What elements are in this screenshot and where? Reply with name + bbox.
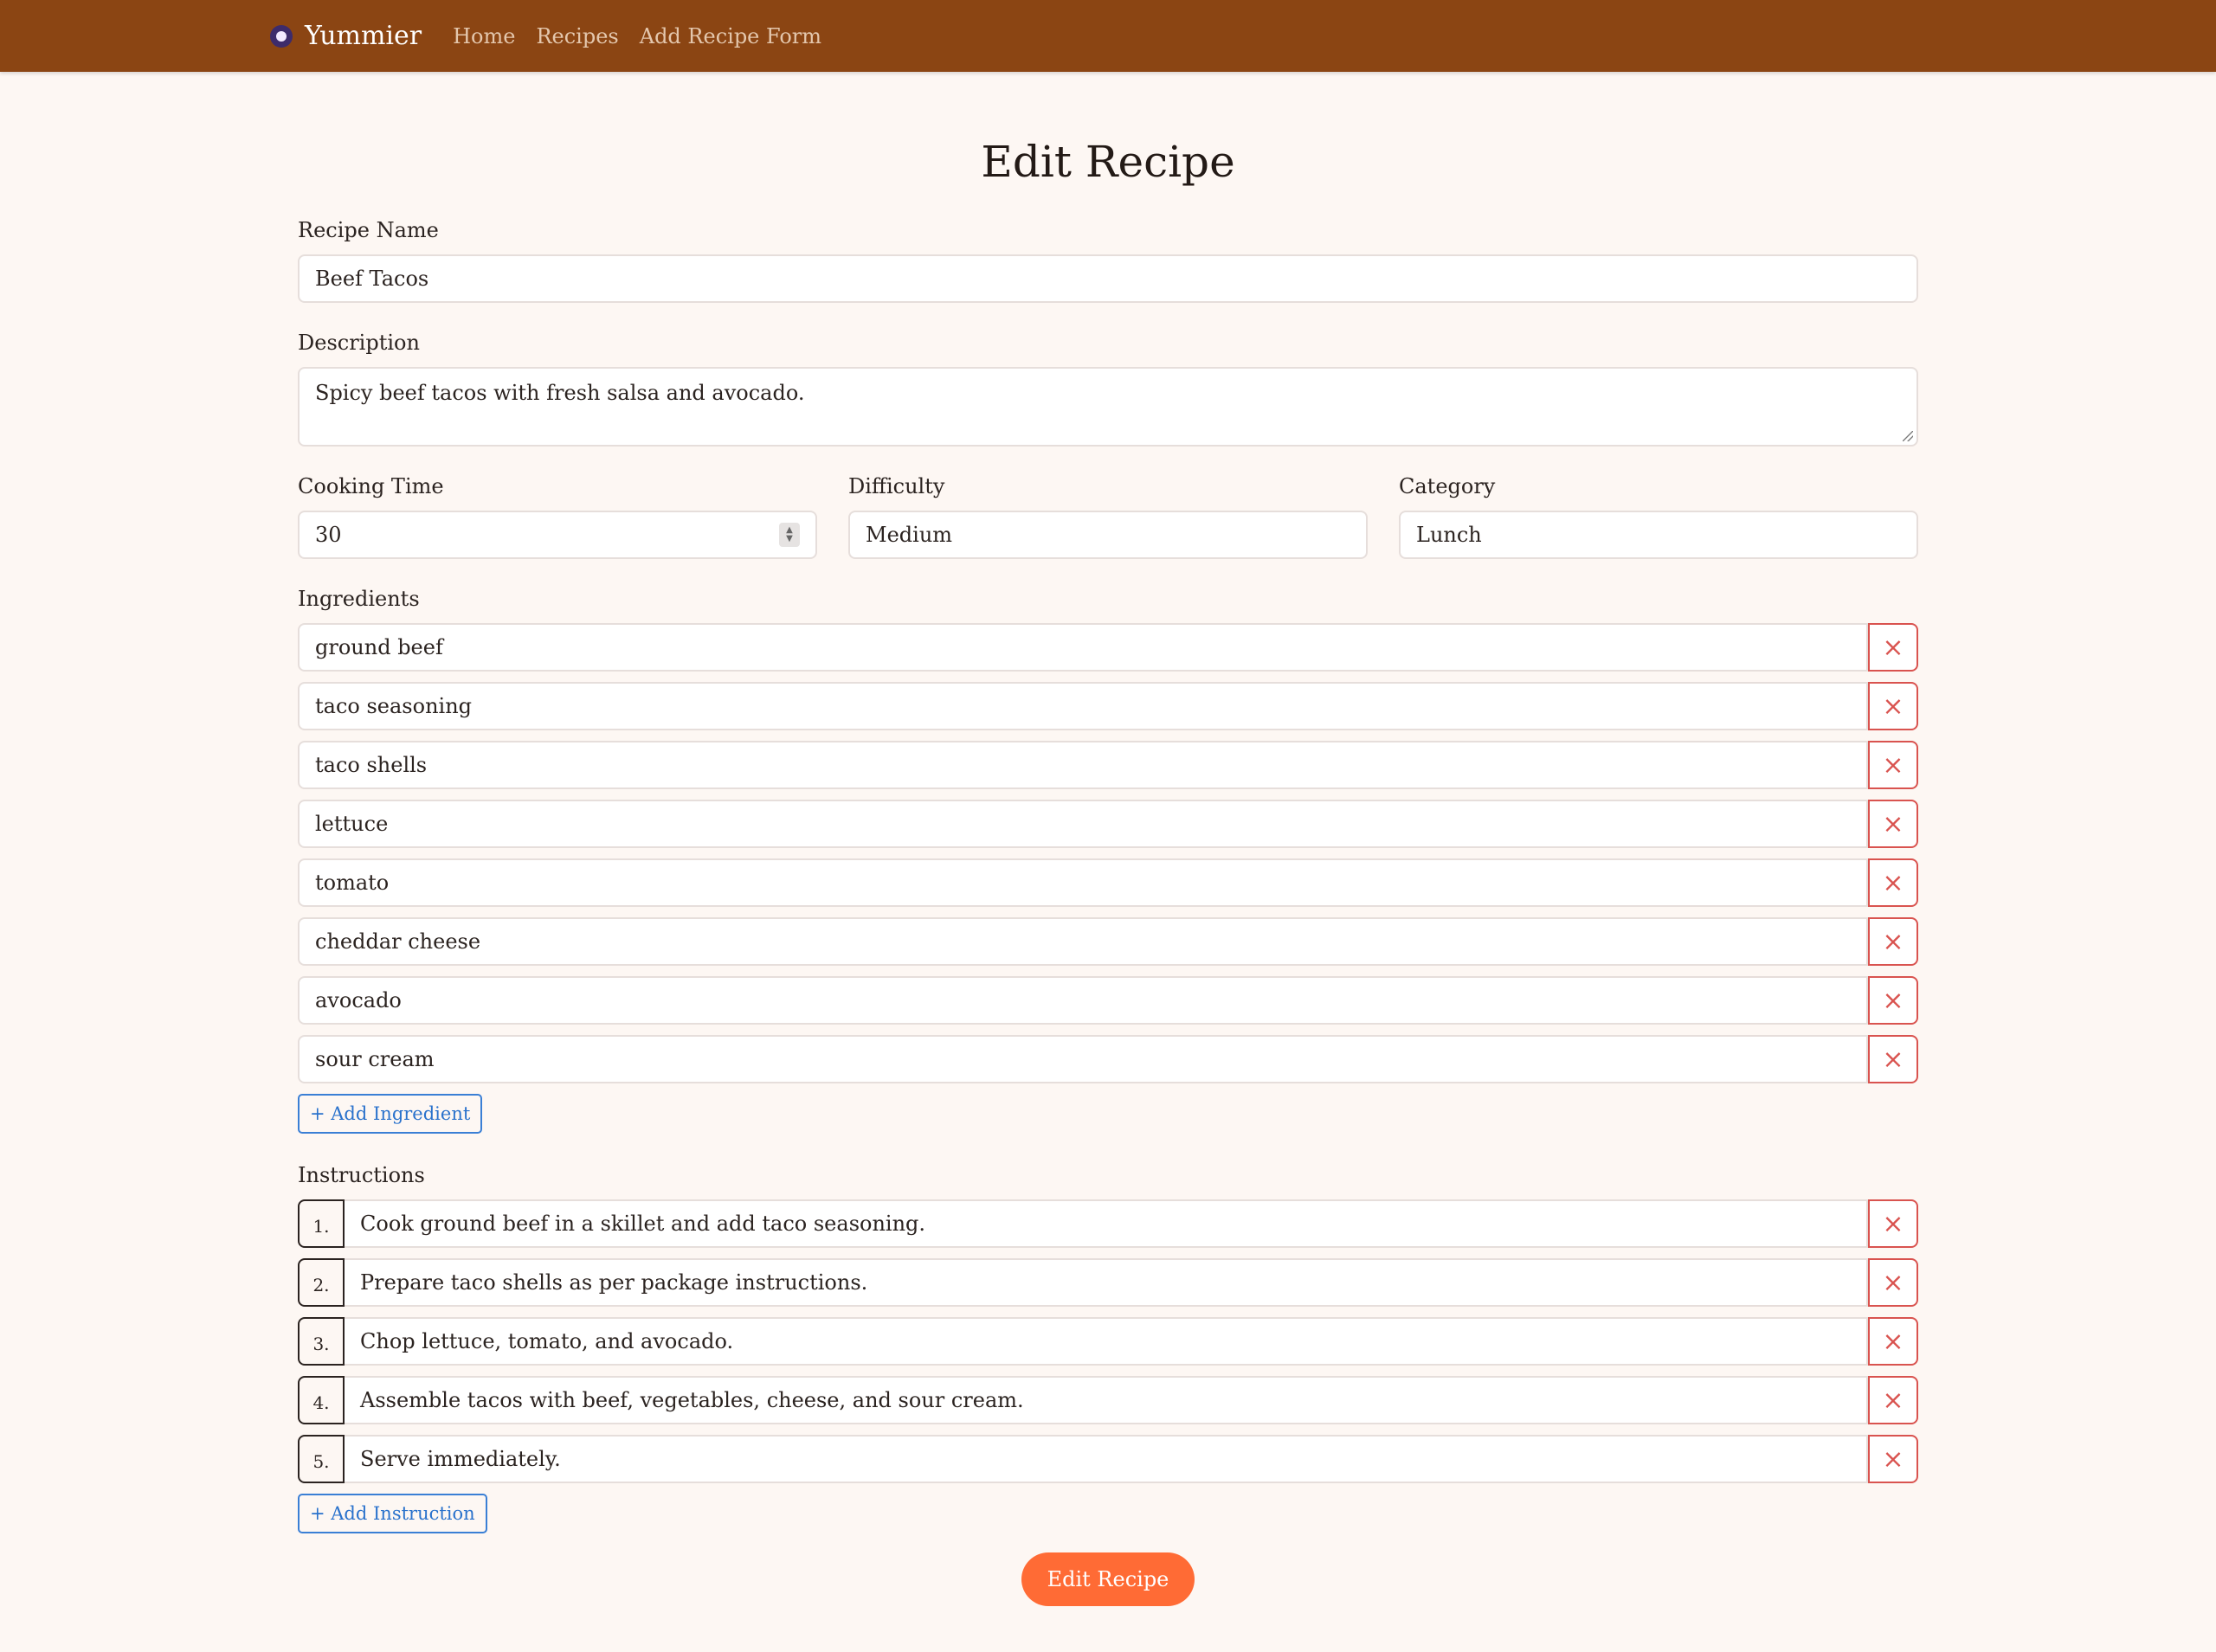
ingredient-row: sour cream × <box>298 1035 1918 1083</box>
close-icon: × <box>1882 985 1904 1016</box>
ingredients-label: Ingredients <box>298 587 420 611</box>
category-input[interactable]: Lunch <box>1399 511 1918 559</box>
recipe-name-field: Recipe Name Beef Tacos <box>298 218 1918 303</box>
recipe-name-input[interactable]: Beef Tacos <box>298 254 1918 303</box>
remove-ingredient-button[interactable]: × <box>1868 682 1918 730</box>
description-label: Description <box>298 331 420 355</box>
remove-ingredient-button[interactable]: × <box>1868 917 1918 966</box>
category-field: Category Lunch <box>1399 474 1918 559</box>
remove-ingredient-button[interactable]: × <box>1868 1035 1918 1083</box>
ingredient-input[interactable]: ground beef <box>298 623 1868 672</box>
cooking-time-label: Cooking Time <box>298 474 444 498</box>
description-textarea[interactable]: Spicy beef tacos with fresh salsa and av… <box>298 367 1918 447</box>
close-icon: × <box>1882 926 1904 957</box>
close-icon: × <box>1882 1385 1904 1416</box>
remove-instruction-button[interactable]: × <box>1868 1258 1918 1307</box>
close-icon: × <box>1882 867 1904 898</box>
close-icon: × <box>1882 1267 1904 1298</box>
step-number: 4. <box>298 1376 345 1424</box>
ingredient-input[interactable]: tomato <box>298 858 1868 907</box>
remove-ingredient-button[interactable]: × <box>1868 623 1918 672</box>
description-text: Spicy beef tacos with fresh salsa and av… <box>315 381 805 405</box>
ingredient-list: ground beef × taco seasoning × taco shel… <box>298 623 1918 1083</box>
ingredient-row: taco shells × <box>298 741 1918 789</box>
ingredient-input[interactable]: taco shells <box>298 741 1868 789</box>
close-icon: × <box>1882 691 1904 722</box>
remove-ingredient-button[interactable]: × <box>1868 976 1918 1025</box>
ingredients-field: Ingredients ground beef × taco seasoning… <box>298 587 1918 1134</box>
close-icon: × <box>1882 1326 1904 1357</box>
ingredient-input[interactable]: lettuce <box>298 800 1868 848</box>
ingredient-row: ground beef × <box>298 623 1918 672</box>
category-label: Category <box>1399 474 1496 498</box>
instruction-input[interactable]: Assemble tacos with beef, vegetables, ch… <box>345 1376 1868 1424</box>
instruction-list: 1. Cook ground beef in a skillet and add… <box>298 1199 1918 1483</box>
ingredient-input[interactable]: cheddar cheese <box>298 917 1868 966</box>
difficulty-label: Difficulty <box>848 474 945 498</box>
resize-handle-icon[interactable] <box>1903 431 1913 441</box>
step-number: 3. <box>298 1317 345 1366</box>
submit-area: Edit Recipe <box>298 1552 1918 1606</box>
instruction-input[interactable]: Cook ground beef in a skillet and add ta… <box>345 1199 1868 1248</box>
page-title: Edit Recipe <box>981 137 1235 187</box>
add-instruction-button[interactable]: + Add Instruction <box>298 1494 487 1533</box>
nav-link-recipes[interactable]: Recipes <box>536 24 618 48</box>
difficulty-field: Difficulty Medium <box>848 474 1368 559</box>
instruction-input[interactable]: Prepare taco shells as per package instr… <box>345 1258 1868 1307</box>
cooking-time-input[interactable]: 30 ▲ ▼ <box>298 511 817 559</box>
step-number: 5. <box>298 1435 345 1483</box>
meta-fields-row: Cooking Time 30 ▲ ▼ Difficulty Medium Cat… <box>298 474 1918 559</box>
ingredient-row: cheddar cheese × <box>298 917 1918 966</box>
remove-instruction-button[interactable]: × <box>1868 1199 1918 1248</box>
close-icon: × <box>1882 808 1904 839</box>
navbar: Yummier Home Recipes Add Recipe Form <box>0 0 2216 72</box>
instructions-field: Instructions 1. Cook ground beef in a sk… <box>298 1163 1918 1533</box>
remove-ingredient-button[interactable]: × <box>1868 858 1918 907</box>
instruction-input[interactable]: Chop lettuce, tomato, and avocado. <box>345 1317 1868 1366</box>
ingredient-input[interactable]: sour cream <box>298 1035 1868 1083</box>
remove-instruction-button[interactable]: × <box>1868 1317 1918 1366</box>
close-icon: × <box>1882 1443 1904 1475</box>
edit-recipe-form: Edit Recipe Recipe Name Beef Tacos Descr… <box>298 137 1918 1606</box>
description-field: Description Spicy beef tacos with fresh … <box>298 331 1918 447</box>
ingredient-row: tomato × <box>298 858 1918 907</box>
ingredient-input[interactable]: taco seasoning <box>298 682 1868 730</box>
brand[interactable]: Yummier <box>270 21 453 51</box>
remove-ingredient-button[interactable]: × <box>1868 741 1918 789</box>
add-ingredient-button[interactable]: + Add Ingredient <box>298 1094 483 1134</box>
close-icon: × <box>1882 749 1904 781</box>
instruction-input[interactable]: Serve immediately. <box>345 1435 1868 1483</box>
ingredient-row: avocado × <box>298 976 1918 1025</box>
close-icon: × <box>1882 632 1904 663</box>
ingredient-input[interactable]: avocado <box>298 976 1868 1025</box>
instruction-row: 1. Cook ground beef in a skillet and add… <box>298 1199 1918 1248</box>
step-number: 1. <box>298 1199 345 1248</box>
instruction-row: 2. Prepare taco shells as per package in… <box>298 1258 1918 1307</box>
step-number: 2. <box>298 1258 345 1307</box>
nav-link-add-recipe-form[interactable]: Add Recipe Form <box>640 24 821 48</box>
remove-instruction-button[interactable]: × <box>1868 1376 1918 1424</box>
difficulty-input[interactable]: Medium <box>848 511 1368 559</box>
ingredient-row: taco seasoning × <box>298 682 1918 730</box>
logo-icon <box>270 24 293 48</box>
number-spinner-icon[interactable]: ▲ ▼ <box>779 523 800 547</box>
close-icon: × <box>1882 1208 1904 1239</box>
instruction-row: 3. Chop lettuce, tomato, and avocado. × <box>298 1317 1918 1366</box>
brand-name[interactable]: Yummier <box>305 21 422 51</box>
close-icon: × <box>1882 1044 1904 1075</box>
instruction-row: 4. Assemble tacos with beef, vegetables,… <box>298 1376 1918 1424</box>
nav-link-home[interactable]: Home <box>453 24 515 48</box>
cooking-time-value: 30 <box>315 523 342 547</box>
recipe-name-label: Recipe Name <box>298 218 439 242</box>
instruction-row: 5. Serve immediately. × <box>298 1435 1918 1483</box>
remove-instruction-button[interactable]: × <box>1868 1435 1918 1483</box>
remove-ingredient-button[interactable]: × <box>1868 800 1918 848</box>
ingredient-row: lettuce × <box>298 800 1918 848</box>
instructions-label: Instructions <box>298 1163 425 1187</box>
edit-recipe-submit-button[interactable]: Edit Recipe <box>1021 1552 1195 1606</box>
cooking-time-field: Cooking Time 30 ▲ ▼ <box>298 474 817 559</box>
